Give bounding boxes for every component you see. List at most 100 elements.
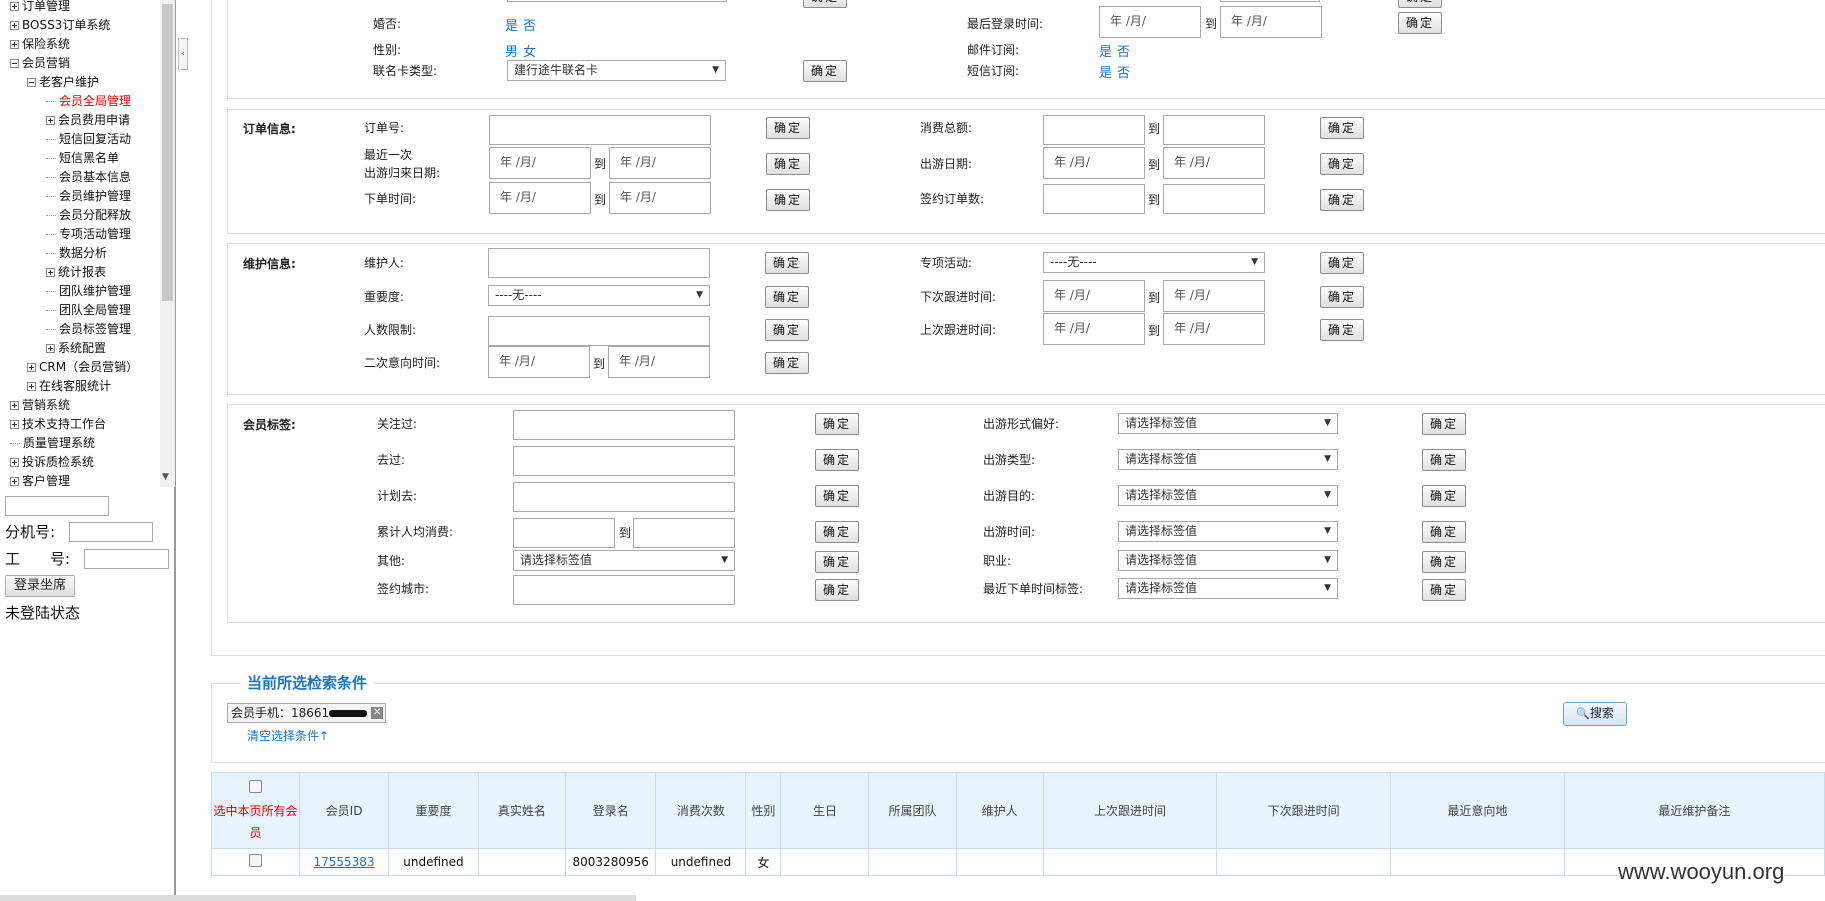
trip-type-ok-button[interactable]: 确定 bbox=[1422, 449, 1466, 471]
expand-plus-icon[interactable] bbox=[10, 2, 19, 11]
been-ok-button[interactable]: 确定 bbox=[815, 449, 859, 471]
trip-form-select[interactable]: 请选择标签值 ▼ bbox=[1118, 413, 1338, 434]
next-follow-ok-button[interactable]: 确定 bbox=[1320, 286, 1364, 308]
header-maintainer[interactable]: 维护人 bbox=[955, 772, 1044, 849]
expand-plus-icon[interactable] bbox=[46, 344, 55, 353]
collapse-minus-icon[interactable] bbox=[27, 78, 36, 87]
trip-form-ok-button[interactable]: 确定 bbox=[1422, 413, 1466, 435]
header-birthday[interactable]: 生日 bbox=[780, 772, 870, 849]
sidebar-item[interactable]: 会员分配释放 bbox=[46, 206, 131, 224]
sidebar-item[interactable]: 营销系统 bbox=[10, 396, 70, 414]
plan-input[interactable] bbox=[513, 482, 735, 512]
yes-link[interactable]: 是 bbox=[505, 19, 518, 34]
expand-plus-icon[interactable] bbox=[27, 363, 36, 372]
sidebar-item[interactable]: 系统配置 bbox=[46, 339, 106, 357]
trip-dest-ok-button[interactable]: 确定 bbox=[1422, 485, 1466, 507]
job-select[interactable]: 请选择标签值 ▼ bbox=[1118, 550, 1338, 571]
signed-count-from-input[interactable] bbox=[1043, 184, 1145, 214]
header-login-name[interactable]: 登录名 bbox=[564, 772, 657, 849]
last-trip-from-date[interactable]: 年 /月/ bbox=[489, 147, 591, 179]
trip-type-select[interactable]: 请选择标签值 ▼ bbox=[1118, 449, 1338, 470]
special-activity-select[interactable]: ----无---- ▼ bbox=[1043, 252, 1265, 273]
signed-city-ok-button[interactable]: 确定 bbox=[815, 579, 859, 601]
sidebar-item[interactable]: 客户管理 bbox=[10, 472, 70, 490]
maintainer-input[interactable] bbox=[488, 248, 710, 278]
last-trip-to-date[interactable]: 年 /月/ bbox=[609, 147, 711, 179]
clear-criteria-link[interactable]: 清空选择条件↑ bbox=[247, 727, 329, 744]
header-next-follow[interactable]: 下次跟进时间 bbox=[1216, 772, 1391, 849]
table-row[interactable]: 17555383 undefined 8003280956 undefined … bbox=[210, 848, 1825, 876]
last-order-tag-ok-button[interactable]: 确定 bbox=[1422, 579, 1466, 601]
male-link[interactable]: 男 bbox=[505, 45, 518, 60]
extension-input[interactable] bbox=[69, 522, 153, 542]
sidebar-item[interactable]: 短信黑名单 bbox=[46, 149, 119, 167]
expand-plus-icon[interactable] bbox=[10, 420, 19, 429]
expand-plus-icon[interactable] bbox=[46, 268, 55, 277]
no-link[interactable]: 否 bbox=[523, 19, 536, 34]
cut-off-input-2[interactable] bbox=[1220, 0, 1320, 2]
header-purchase-count[interactable]: 消费次数 bbox=[655, 772, 747, 849]
importance-ok-button[interactable]: 确定 bbox=[765, 286, 809, 308]
last-follow-ok-button[interactable]: 确定 bbox=[1320, 319, 1364, 341]
trip-time-select[interactable]: 请选择标签值 ▼ bbox=[1118, 521, 1338, 542]
signed-count-ok-button[interactable]: 确定 bbox=[1320, 189, 1364, 211]
sms-yes-link[interactable]: 是 bbox=[1099, 66, 1112, 81]
trip-dest-select[interactable]: 请选择标签值 ▼ bbox=[1118, 485, 1338, 506]
member-id-link[interactable]: 17555383 bbox=[314, 855, 375, 869]
sidebar-item[interactable]: 统计报表 bbox=[46, 263, 106, 281]
header-team[interactable]: 所属团队 bbox=[868, 772, 957, 849]
sidebar-item[interactable]: 保险系统 bbox=[10, 35, 70, 53]
sms-no-link[interactable]: 否 bbox=[1117, 66, 1130, 81]
follow-ok-button[interactable]: 确定 bbox=[815, 413, 859, 435]
sidebar-item[interactable]: 数据分析 bbox=[46, 244, 107, 262]
sidebar-item[interactable]: 会员费用申请 bbox=[46, 111, 130, 129]
job-ok-button[interactable]: 确定 bbox=[1422, 551, 1466, 573]
second-intent-to-date[interactable]: 年 /月/ bbox=[608, 346, 710, 378]
sidebar-item[interactable]: 投诉质检系统 bbox=[10, 453, 94, 471]
card-type-ok-button[interactable]: 确定 bbox=[803, 60, 847, 82]
close-icon[interactable]: ✕ bbox=[371, 707, 384, 719]
total-spend-to-input[interactable] bbox=[1163, 115, 1265, 145]
sidebar-item[interactable]: 老客户维护 bbox=[27, 73, 99, 91]
avg-spend-to-input[interactable] bbox=[633, 518, 735, 548]
sidebar-item[interactable]: 团队维护管理 bbox=[46, 282, 131, 300]
avg-spend-from-input[interactable] bbox=[513, 518, 615, 548]
header-importance[interactable]: 重要度 bbox=[388, 772, 479, 849]
expand-plus-icon[interactable] bbox=[27, 382, 36, 391]
people-limit-ok-button[interactable]: 确定 bbox=[765, 319, 809, 341]
last-login-to-date[interactable]: 年 /月/ bbox=[1220, 6, 1322, 38]
expand-plus-icon[interactable] bbox=[10, 401, 19, 410]
sidebar-item[interactable]: 会员营销 bbox=[10, 54, 70, 72]
cut-off-ok-button[interactable]: 确定 bbox=[803, 0, 847, 8]
trip-time-ok-button[interactable]: 确定 bbox=[1422, 521, 1466, 543]
header-gender[interactable]: 性别 bbox=[745, 772, 782, 849]
expand-plus-icon[interactable] bbox=[10, 458, 19, 467]
scroll-down-arrow-icon[interactable]: ▼ bbox=[162, 472, 169, 482]
last-login-from-date[interactable]: 年 /月/ bbox=[1099, 6, 1201, 38]
other-ok-button[interactable]: 确定 bbox=[815, 551, 859, 573]
horizontal-scrollbar[interactable] bbox=[0, 895, 636, 901]
next-follow-to-date[interactable]: 年 /月/ bbox=[1163, 280, 1265, 312]
sidebar-item[interactable]: 会员标签管理 bbox=[46, 320, 131, 338]
row-checkbox[interactable] bbox=[249, 854, 263, 867]
card-type-select[interactable]: 建行途牛联名卡 ▼ bbox=[507, 60, 726, 81]
order-no-input[interactable] bbox=[489, 115, 711, 145]
last-order-tag-select[interactable]: 请选择标签值 ▼ bbox=[1118, 578, 1338, 599]
header-recent-note[interactable]: 最近维护备注 bbox=[1563, 772, 1825, 849]
order-no-ok-button[interactable]: 确定 bbox=[766, 117, 810, 139]
trip-date-from-date[interactable]: 年 /月/ bbox=[1043, 147, 1145, 179]
signed-city-input[interactable] bbox=[513, 575, 735, 605]
sidebar-item[interactable]: CRM（会员营销） bbox=[27, 358, 138, 376]
last-login-ok-button[interactable]: 确定 bbox=[1398, 12, 1442, 34]
female-link[interactable]: 女 bbox=[523, 45, 536, 60]
second-intent-ok-button[interactable]: 确定 bbox=[765, 352, 809, 374]
collapse-minus-icon[interactable] bbox=[10, 59, 19, 68]
maintainer-ok-button[interactable]: 确定 bbox=[765, 252, 809, 274]
special-activity-ok-button[interactable]: 确定 bbox=[1320, 252, 1364, 274]
next-follow-from-date[interactable]: 年 /月/ bbox=[1043, 280, 1145, 312]
signed-count-to-input[interactable] bbox=[1163, 184, 1265, 214]
header-last-follow[interactable]: 上次跟进时间 bbox=[1042, 772, 1218, 849]
sidebar-item[interactable]: 订单管理 bbox=[10, 0, 70, 15]
expand-plus-icon[interactable] bbox=[46, 116, 55, 125]
people-limit-input[interactable] bbox=[488, 316, 710, 346]
